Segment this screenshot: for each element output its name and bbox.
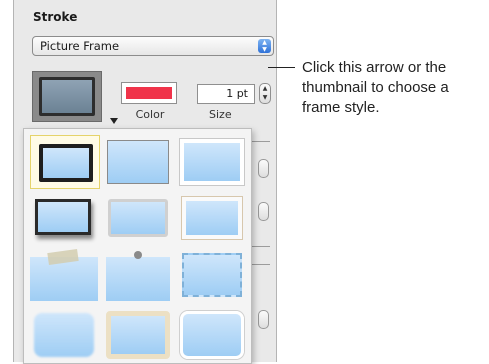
frame-style-tape[interactable] [30,247,100,301]
frame-style-soft-vignette[interactable] [30,307,100,361]
frame-style-drop-shadow[interactable] [30,191,100,245]
stroke-size-stepper[interactable]: ▲ ▼ [259,83,271,104]
frame-thumbnail-image [39,77,95,116]
stroke-size-field[interactable]: 1 pt [197,84,255,104]
stroke-type-popup[interactable]: Picture Frame ▲ ▼ [32,36,274,56]
stroke-type-value: Picture Frame [40,39,120,53]
hidden-stepper-icon[interactable] [258,310,269,329]
stroke-color-swatch [126,87,172,99]
callout-leader-line [268,67,295,68]
frame-style-torn-edge[interactable] [178,247,248,301]
pushpin-icon [134,251,142,259]
color-label: Color [135,108,165,121]
frame-style-white-border[interactable] [178,135,248,189]
frame-thumbnail[interactable] [32,71,102,122]
popup-arrows-icon: ▲ ▼ [258,39,271,53]
section-title-stroke: Stroke [33,10,78,24]
frame-style-photo-corners-beige[interactable] [178,191,248,245]
stroke-color-well[interactable] [121,82,177,104]
frame-style-rough-black[interactable] [30,135,100,189]
divider-line [250,264,270,265]
hidden-stepper-icon[interactable] [258,202,269,221]
size-label: Size [209,108,232,121]
hidden-stepper-icon[interactable] [258,159,269,178]
frame-menu-arrow-icon[interactable] [110,118,118,124]
frame-style-pushpin[interactable] [104,247,174,301]
frame-style-rounded-white[interactable] [178,307,248,361]
frame-style-cream-mat[interactable] [104,307,174,361]
frame-style-photo-corners-silver[interactable] [104,191,174,245]
callout-text: Click this arrow or the thumbnail to cho… [302,59,449,116]
frame-style-palette [23,128,252,364]
frame-style-thin-gray[interactable] [104,135,174,189]
